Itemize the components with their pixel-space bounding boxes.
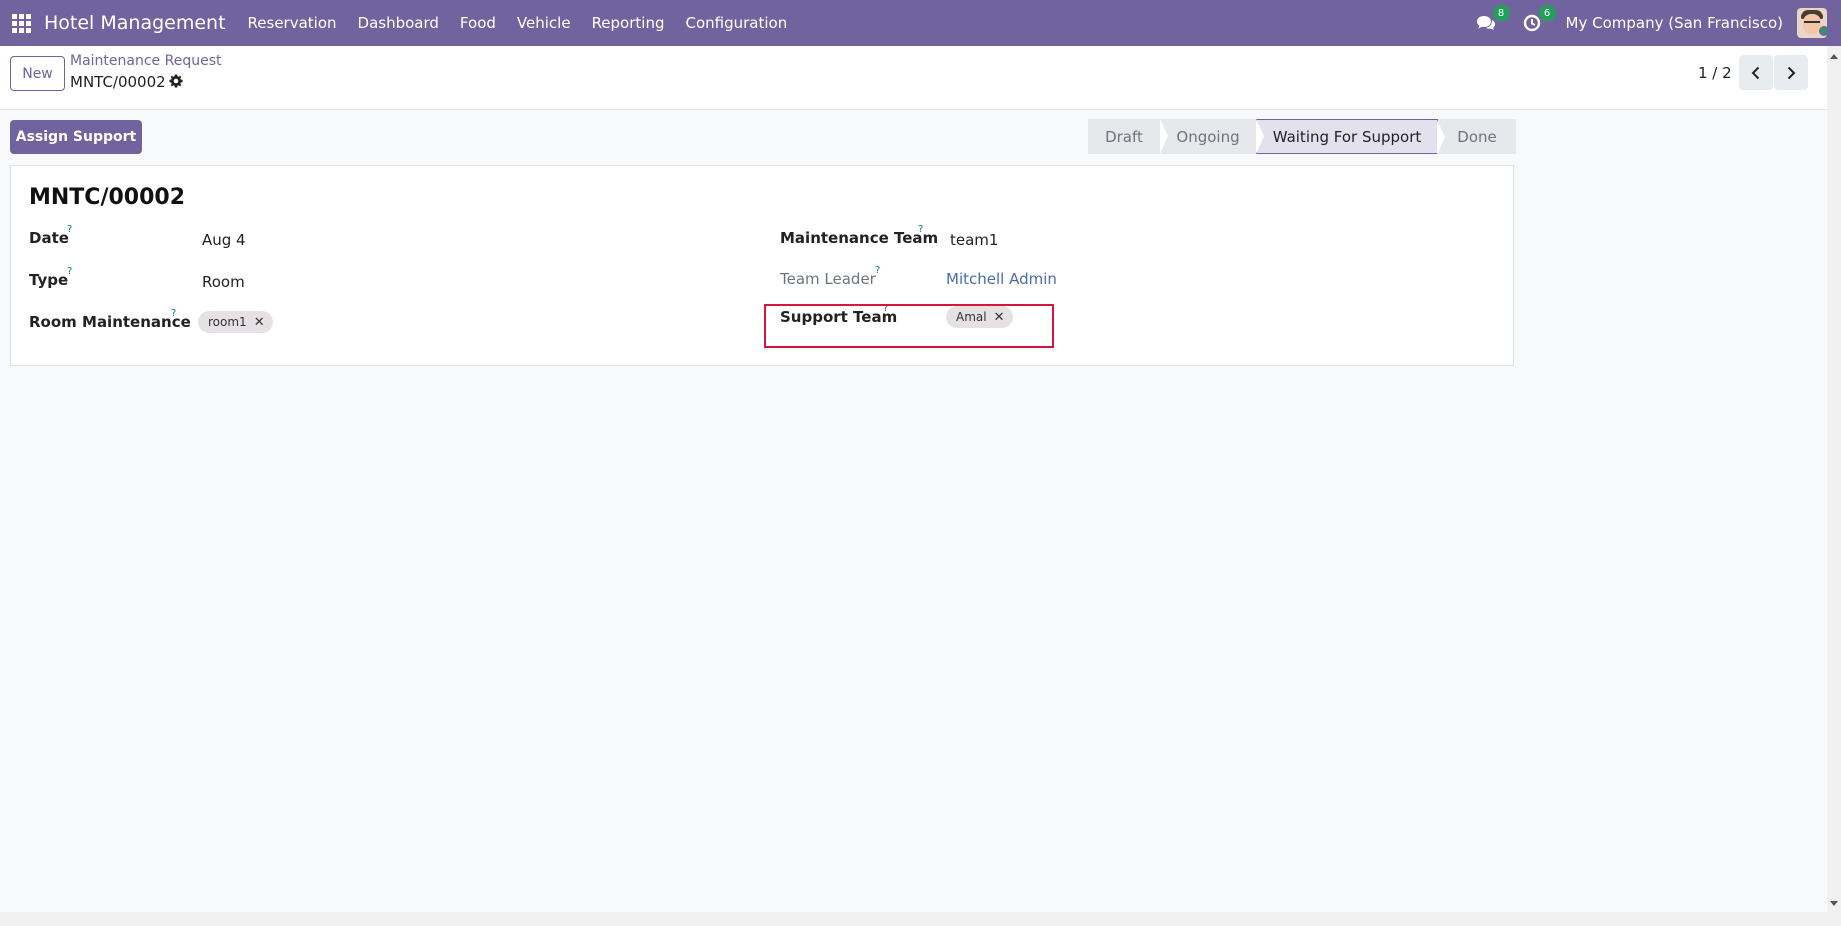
record-title: MNTC/00002	[29, 185, 186, 210]
status-bar: Draft Ongoing Waiting For Support Done	[1088, 119, 1516, 155]
maintenance-team-help-icon[interactable]: ?	[918, 224, 923, 235]
stage-waiting-for-support[interactable]: Waiting For Support	[1256, 119, 1445, 155]
control-panel: New Maintenance Request MNTC/00002 1 / 2	[0, 46, 1827, 110]
maintenance-team-field[interactable]: team1	[950, 231, 998, 249]
vertical-scrollbar[interactable]	[1827, 46, 1841, 926]
menu-dashboard[interactable]: Dashboard	[358, 14, 439, 32]
menu-reservation[interactable]: Reservation	[248, 14, 337, 32]
menu-reporting[interactable]: Reporting	[592, 14, 665, 32]
stage-label: Done	[1457, 127, 1497, 146]
room-maintenance-label: Room Maintenance	[29, 313, 191, 331]
systray: 8 6 My Company (San Francisco)	[1474, 0, 1841, 46]
date-label: Date	[29, 229, 69, 247]
horizontal-scrollbar[interactable]	[0, 912, 1827, 926]
breadcrumb-maintenance-request[interactable]: Maintenance Request	[70, 53, 221, 69]
room-maintenance-help-icon[interactable]: ?	[171, 308, 176, 319]
company-switcher[interactable]: My Company (San Francisco)	[1566, 14, 1783, 32]
assign-support-button[interactable]: Assign Support	[10, 120, 142, 154]
team-leader-label: Team Leader	[780, 270, 876, 288]
new-button[interactable]: New	[10, 56, 65, 91]
stage-label: Waiting For Support	[1272, 127, 1422, 146]
tag-label: room1	[208, 315, 247, 329]
stage-label: Draft	[1105, 127, 1143, 146]
breadcrumb-current-record: MNTC/00002	[70, 73, 166, 91]
stage-label: Ongoing	[1176, 127, 1240, 146]
chevron-right-icon	[1787, 66, 1796, 79]
type-label: Type	[29, 271, 69, 289]
menu-food[interactable]: Food	[460, 14, 496, 32]
stage-draft[interactable]: Draft	[1088, 119, 1168, 154]
activities-count-badge: 6	[1538, 5, 1556, 21]
app-grid-icon[interactable]	[10, 12, 32, 34]
top-navbar: Hotel Management Reservation Dashboard F…	[0, 0, 1841, 46]
remove-tag-icon[interactable]: ✕	[254, 315, 265, 330]
app-brand[interactable]: Hotel Management	[44, 12, 226, 34]
online-status-icon	[1819, 26, 1829, 36]
clock-icon	[1523, 14, 1540, 32]
scroll-up-icon[interactable]	[1830, 54, 1838, 59]
pager-previous-button[interactable]	[1739, 55, 1773, 90]
messages-button[interactable]: 8	[1474, 5, 1510, 35]
stage-done[interactable]: Done	[1438, 119, 1516, 154]
menu-configuration[interactable]: Configuration	[685, 14, 787, 32]
chat-icon	[1476, 16, 1495, 30]
gear-icon[interactable]	[168, 73, 184, 89]
date-field[interactable]: Aug 4	[202, 231, 246, 249]
menu-vehicle[interactable]: Vehicle	[517, 14, 571, 32]
scroll-down-icon[interactable]	[1830, 901, 1838, 906]
type-field[interactable]: Room	[202, 273, 245, 291]
room-maintenance-tag: room1 ✕	[198, 311, 273, 333]
date-help-icon[interactable]: ?	[67, 224, 72, 235]
support-team-highlight	[764, 304, 1054, 348]
stage-ongoing[interactable]: Ongoing	[1160, 119, 1264, 154]
pager-next-button[interactable]	[1774, 55, 1808, 90]
team-leader-link[interactable]: Mitchell Admin	[946, 270, 1057, 288]
pager-value[interactable]: 1 / 2	[1698, 64, 1732, 82]
type-help-icon[interactable]: ?	[67, 266, 72, 277]
chevron-left-icon	[1751, 66, 1760, 79]
form-sheet: MNTC/00002 Date ? Aug 4 Type ? Room Room…	[10, 165, 1514, 366]
messages-count-badge: 8	[1492, 5, 1510, 21]
team-leader-help-icon[interactable]: ?	[875, 265, 880, 276]
maintenance-team-label: Maintenance Team	[780, 229, 939, 247]
activities-button[interactable]: 6	[1520, 5, 1556, 35]
